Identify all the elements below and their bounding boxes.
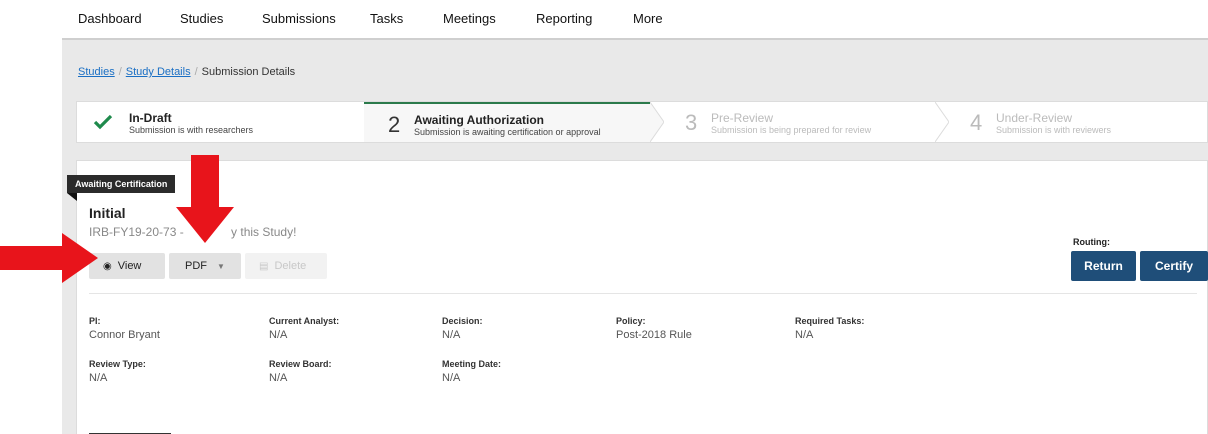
routing-label: Routing: [1073, 237, 1110, 247]
field-label: Review Board: [269, 359, 332, 369]
breadcrumb: Studies / Study Details / Submission Details [78, 66, 295, 78]
field-label: Policy: [616, 316, 646, 326]
field-review-type: Review Type: N/A [89, 359, 259, 384]
step-divider-chevron [935, 102, 949, 142]
trash-icon: ▤ [259, 261, 269, 272]
field-value: N/A [442, 372, 461, 384]
step-subtitle: Submission is with researchers [129, 125, 254, 135]
field-meeting-date: Meeting Date: N/A [442, 359, 612, 384]
step-divider-chevron [650, 102, 664, 142]
caret-down-icon: ▼ [217, 262, 225, 271]
status-badge: Awaiting Certification [67, 175, 176, 193]
field-label: PI: [89, 316, 101, 326]
nav-more[interactable]: More [633, 11, 663, 26]
breadcrumb-current: Submission Details [201, 66, 296, 78]
submission-id: IRB-FY19-20-73 - [89, 225, 188, 239]
step-number: 4 [970, 110, 983, 135]
step-number: 3 [685, 110, 698, 135]
field-value: N/A [442, 329, 461, 341]
nav-dashboard[interactable]: Dashboard [78, 11, 142, 26]
nav-tasks[interactable]: Tasks [370, 11, 403, 26]
red-arrow-right-icon [0, 233, 98, 283]
step-title: In-Draft [129, 111, 172, 125]
field-value: N/A [269, 329, 288, 341]
pdf-button-label: PDF [185, 260, 207, 272]
step-subtitle: Submission is being prepared for review [711, 125, 872, 135]
field-required-tasks: Required Tasks: N/A [795, 316, 965, 341]
field-label: Required Tasks: [795, 316, 865, 326]
step-pre-review: 3 Pre-Review Submission is being prepare… [667, 102, 935, 142]
step-subtitle: Submission is awaiting certification or … [414, 127, 601, 137]
breadcrumb-studies[interactable]: Studies [78, 66, 115, 78]
nav-reporting[interactable]: Reporting [536, 11, 592, 26]
delete-button[interactable]: ▤ Delete [245, 253, 327, 279]
field-value: N/A [269, 372, 288, 384]
nav-meetings[interactable]: Meetings [443, 11, 496, 26]
view-button[interactable]: ◉ View [89, 253, 165, 279]
field-value: N/A [89, 372, 108, 384]
breadcrumb-study-details[interactable]: Study Details [126, 66, 191, 78]
step-title: Awaiting Authorization [414, 113, 544, 127]
submission-card: Awaiting Certification Initial IRB-FY19-… [67, 160, 1208, 434]
field-review-board: Review Board: N/A [269, 359, 439, 384]
return-button[interactable]: Return [1071, 251, 1136, 281]
step-number: 2 [388, 112, 401, 137]
field-value: Post-2018 Rule [616, 329, 692, 341]
breadcrumb-separator: / [194, 66, 198, 78]
certify-button[interactable]: Certify [1140, 251, 1208, 281]
field-label: Decision: [442, 316, 483, 326]
step-title: Pre-Review [711, 111, 774, 125]
field-label: Review Type: [89, 359, 146, 369]
step-subtitle: Submission is with reviewers [996, 125, 1112, 135]
nav-studies[interactable]: Studies [180, 11, 223, 26]
view-button-label: View [117, 260, 142, 272]
delete-button-label: Delete [274, 260, 307, 272]
checkmark-icon [93, 114, 113, 135]
field-value: Connor Bryant [89, 329, 160, 341]
field-label: Current Analyst: [269, 316, 340, 326]
status-badge-fold [67, 193, 77, 201]
submission-title: Initial [89, 205, 126, 221]
step-in-draft: In-Draft Submission is with researchers [77, 102, 363, 142]
field-current-analyst: Current Analyst: N/A [269, 316, 439, 341]
field-policy: Policy: Post-2018 Rule [616, 316, 786, 341]
workflow-stepper: In-Draft Submission is with researchers … [76, 101, 1208, 143]
step-awaiting-authorization: 2 Awaiting Authorization Submission is a… [364, 102, 650, 142]
step-under-review: 4 Under-Review Submission is with review… [952, 102, 1207, 142]
top-navigation: Dashboard Studies Submissions Tasks Meet… [0, 0, 1208, 38]
field-pi: PI: Connor Bryant [89, 316, 259, 341]
field-label: Meeting Date: [442, 359, 502, 369]
field-decision: Decision: N/A [442, 316, 612, 341]
field-value: N/A [795, 329, 814, 341]
study-name: y this Study! [231, 225, 297, 239]
section-divider [89, 293, 1197, 294]
step-title: Under-Review [996, 111, 1073, 125]
pdf-dropdown-button[interactable]: PDF ▼ [169, 253, 241, 279]
nav-submissions[interactable]: Submissions [262, 11, 336, 26]
breadcrumb-separator: / [118, 66, 122, 78]
red-arrow-down-icon [176, 155, 234, 243]
eye-icon: ◉ [103, 261, 112, 272]
